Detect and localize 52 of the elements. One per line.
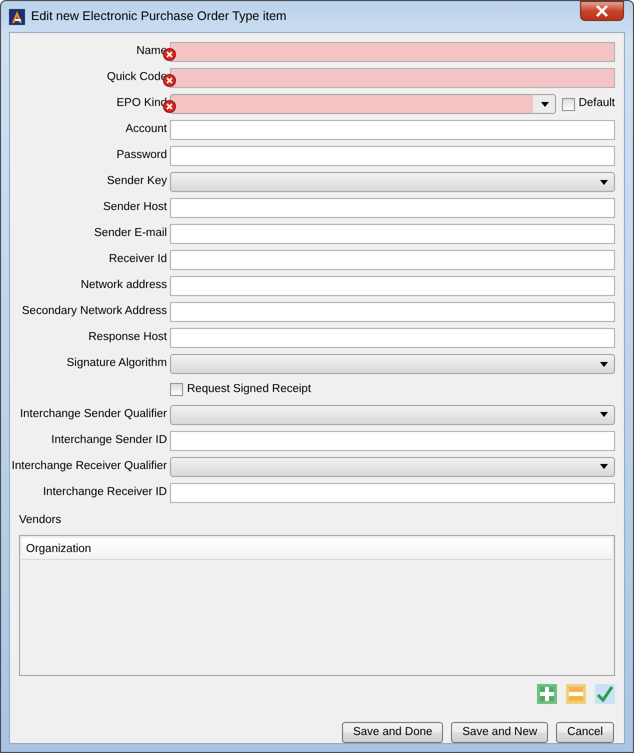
remove-icon[interactable]: [566, 684, 586, 704]
combo-box[interactable]: [170, 354, 615, 374]
combo-box[interactable]: [170, 94, 556, 114]
field-label: Password: [116, 148, 167, 164]
field-label: Sender Host: [102, 200, 167, 216]
combo-box[interactable]: [170, 172, 615, 192]
close-icon: [595, 5, 609, 17]
text-field[interactable]: [170, 120, 615, 140]
checkbox-label: Request Signed Receipt: [187, 382, 312, 397]
field-label: Receiver Id: [108, 252, 167, 268]
column-header[interactable]: Organization: [26, 541, 92, 556]
text-field[interactable]: [170, 146, 615, 166]
text-field[interactable]: [170, 68, 615, 88]
dialog-button[interactable]: Save and Done: [342, 722, 444, 743]
dropdown-arrow-icon: [600, 464, 608, 470]
text-field[interactable]: [170, 276, 615, 296]
dropdown-arrow-icon: [600, 412, 608, 418]
app-logo-icon: [9, 8, 25, 24]
field-label: Secondary Network Address: [20, 304, 167, 320]
dropdown-arrow-icon: [600, 180, 608, 184]
section-label: Vendors: [19, 512, 62, 528]
add-icon[interactable]: [537, 684, 557, 704]
close-button[interactable]: [580, 1, 624, 21]
field-label: Response Host: [87, 330, 167, 346]
window-title: Edit new Electronic Purchase Order Type item: [31, 8, 286, 26]
dialog-button[interactable]: Cancel: [556, 722, 614, 743]
text-field[interactable]: [170, 198, 615, 218]
dropdown-arrow-icon: [540, 102, 549, 106]
field-label: Sender E-mail: [93, 226, 167, 242]
dialog-button[interactable]: Save and New: [451, 722, 548, 743]
checkbox-label: Default: [578, 96, 615, 112]
field-label: Interchange Receiver Qualifier: [10, 459, 167, 474]
text-field[interactable]: [170, 42, 615, 62]
text-field[interactable]: [170, 482, 615, 503]
checkbox[interactable]: [562, 98, 575, 110]
text-field[interactable]: [170, 250, 615, 270]
combo-box[interactable]: [170, 404, 615, 425]
checkmark-icon[interactable]: [595, 684, 615, 704]
field-label: Interchange Sender Qualifier: [18, 407, 167, 422]
text-field[interactable]: [170, 328, 615, 348]
field-label: Account: [124, 122, 167, 138]
text-field[interactable]: [170, 430, 615, 451]
text-field[interactable]: [170, 302, 615, 322]
text-field[interactable]: [170, 224, 615, 244]
field-label: Signature Algorithm: [66, 356, 167, 372]
dropdown-arrow-icon: [600, 362, 608, 366]
combo-box[interactable]: [170, 456, 615, 477]
checkbox[interactable]: [170, 382, 183, 396]
field-label: Network address: [80, 278, 167, 294]
field-label: Interchange Sender ID: [50, 433, 167, 448]
field-label: Sender Key: [106, 174, 167, 190]
field-label: Interchange Receiver ID: [42, 485, 167, 500]
